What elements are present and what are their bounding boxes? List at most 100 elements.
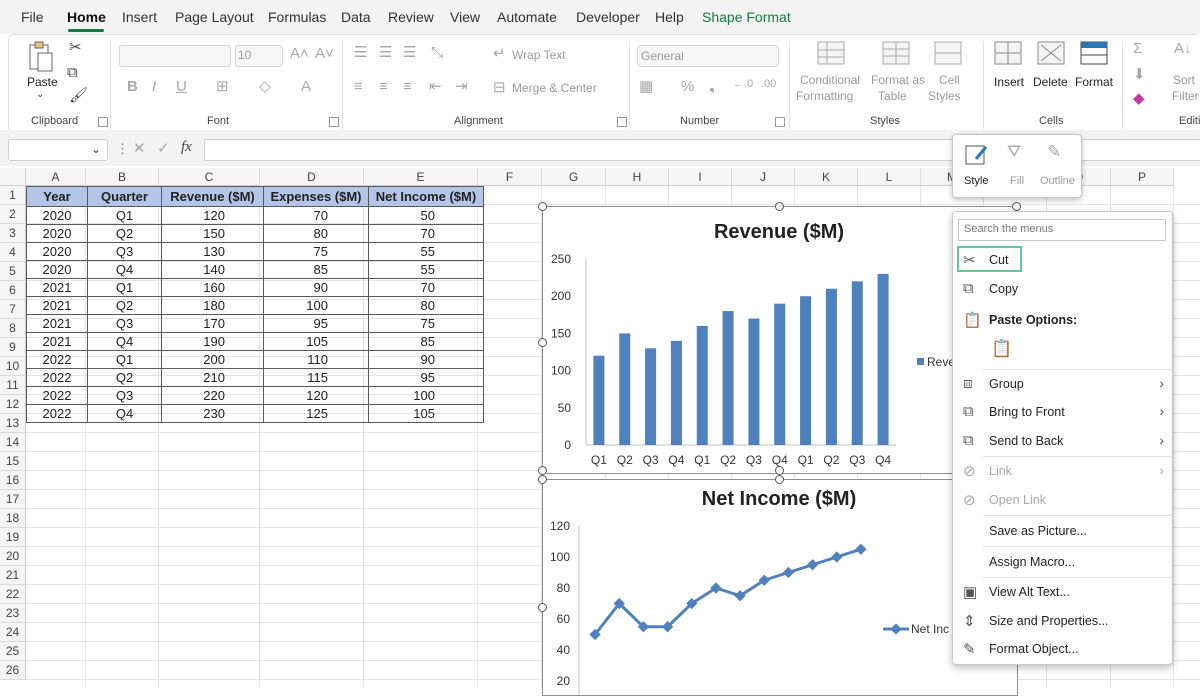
table-cell[interactable]: 180 — [161, 296, 264, 315]
font-color-icon[interactable]: A — [301, 79, 311, 94]
sort-filter-button[interactable]: Sort — [1173, 73, 1195, 87]
tab-help[interactable]: Help — [655, 9, 684, 25]
table-cell[interactable]: 2022 — [26, 386, 88, 405]
row-header-16[interactable]: 16 — [0, 471, 26, 490]
row-header-19[interactable]: 19 — [0, 528, 26, 547]
enter-icon[interactable]: ✓ — [157, 141, 170, 156]
table-cell[interactable]: Q1 — [87, 350, 162, 369]
resize-handle[interactable] — [1012, 202, 1021, 211]
column-header-k[interactable]: K — [795, 168, 858, 186]
table-cell[interactable]: Q4 — [87, 404, 162, 423]
font-launcher-icon[interactable] — [329, 117, 339, 127]
table-cell[interactable]: 2022 — [26, 404, 88, 423]
row-header-1[interactable]: 1 — [0, 186, 26, 205]
underline-icon[interactable]: U — [176, 79, 187, 94]
column-header-l[interactable]: L — [858, 168, 921, 186]
fill-button[interactable]: ⛛ Fill — [1001, 139, 1037, 193]
table-cell[interactable]: Q3 — [87, 242, 162, 261]
cell-styles-button[interactable]: Cell — [939, 73, 960, 87]
resize-handle[interactable] — [538, 202, 547, 211]
align-bottom-icon[interactable]: ☰ — [403, 45, 416, 60]
table-cell[interactable]: 55 — [368, 260, 484, 279]
table-cell[interactable]: 75 — [368, 314, 484, 333]
revenue-chart[interactable]: Revenue ($M) 0 50 100 150 200 250 Q1 Q2 Q3 Q4 Q1 Q… — [542, 206, 1018, 474]
tab-view[interactable]: View — [450, 9, 480, 25]
increase-indent-icon[interactable]: ⇥ — [455, 79, 468, 94]
column-header-i[interactable]: I — [669, 168, 732, 186]
row-header-2[interactable]: 2 — [0, 205, 26, 224]
table-cell[interactable]: 70 — [368, 278, 484, 297]
table-cell[interactable]: 85 — [263, 260, 369, 279]
column-header-d[interactable]: D — [260, 168, 364, 186]
row-header-25[interactable]: 25 — [0, 642, 26, 661]
comma-style-icon[interactable]: ❟ — [709, 79, 715, 94]
resize-handle[interactable] — [775, 202, 784, 211]
tab-formulas[interactable]: Formulas — [268, 9, 326, 25]
table-cell[interactable]: 55 — [368, 242, 484, 261]
insert-cells-button[interactable]: Insert — [994, 75, 1024, 89]
table-cell[interactable]: 125 — [263, 404, 369, 423]
table-cell[interactable]: Q1 — [87, 278, 162, 297]
column-header-c[interactable]: C — [159, 168, 260, 186]
table-cell[interactable]: 70 — [368, 224, 484, 243]
row-header-4[interactable]: 4 — [0, 243, 26, 262]
column-header-e[interactable]: E — [364, 168, 478, 186]
table-cell[interactable]: 105 — [263, 332, 369, 351]
decrease-font-icon[interactable]: A˅ — [315, 46, 334, 61]
paste-option-button[interactable]: 📋 — [991, 340, 1013, 362]
italic-icon[interactable]: I — [152, 79, 156, 94]
font-size-dropdown[interactable]: 10 — [235, 45, 283, 67]
table-header-cell[interactable]: Expenses ($M) — [263, 186, 369, 207]
table-cell[interactable]: 80 — [263, 224, 369, 243]
table-cell[interactable]: 2020 — [26, 206, 88, 225]
row-header-5[interactable]: 5 — [0, 262, 26, 281]
decrease-decimal-icon[interactable]: .00 — [761, 79, 776, 90]
table-cell[interactable]: 160 — [161, 278, 264, 297]
cancel-icon[interactable]: ✕ — [133, 141, 146, 156]
table-cell[interactable]: 2021 — [26, 314, 88, 333]
row-header-10[interactable]: 10 — [0, 357, 26, 376]
table-cell[interactable]: 2021 — [26, 332, 88, 351]
menu-item-size-and-properties[interactable]: ⇕ Size and Properties... — [953, 608, 1172, 634]
table-cell[interactable]: Q2 — [87, 296, 162, 315]
delete-cells-button[interactable]: Delete — [1033, 75, 1068, 89]
align-top-icon[interactable]: ☰ — [354, 45, 367, 60]
table-cell[interactable]: 2022 — [26, 350, 88, 369]
table-cell[interactable]: 190 — [161, 332, 264, 351]
paste-button[interactable] — [25, 41, 55, 73]
column-header-j[interactable]: J — [732, 168, 795, 186]
align-right-icon[interactable]: ≡ — [403, 79, 412, 94]
number-launcher-icon[interactable] — [775, 117, 785, 127]
row-header-3[interactable]: 3 — [0, 224, 26, 243]
resize-handle[interactable] — [538, 475, 547, 484]
net-income-chart[interactable]: Net Income ($M) 20 40 60 80 100 120 Net Inc — [542, 479, 1018, 696]
clipboard-launcher-icon[interactable] — [98, 117, 108, 127]
resize-handle[interactable] — [775, 466, 784, 475]
menu-item-save-as-picture[interactable]: Save as Picture... — [953, 518, 1172, 544]
row-header-20[interactable]: 20 — [0, 547, 26, 566]
column-header-f[interactable]: F — [478, 168, 542, 186]
resize-handle[interactable] — [538, 603, 547, 612]
tab-file[interactable]: File — [21, 9, 44, 25]
resize-handle[interactable] — [538, 466, 547, 475]
table-cell[interactable]: 2021 — [26, 296, 88, 315]
table-header-cell[interactable]: Revenue ($M) — [161, 186, 264, 207]
table-cell[interactable]: 2020 — [26, 242, 88, 261]
fill-color-icon[interactable]: ◇ — [259, 79, 271, 94]
borders-icon[interactable]: ⊞ — [216, 79, 229, 94]
menu-item-send-to-back[interactable]: ⧉ Send to Back › — [953, 428, 1172, 454]
row-header-22[interactable]: 22 — [0, 585, 26, 604]
resize-handle[interactable] — [775, 475, 784, 484]
increase-decimal-icon[interactable]: ←.0 — [733, 79, 753, 90]
table-cell[interactable]: 170 — [161, 314, 264, 333]
insert-function-icon[interactable]: fx — [181, 140, 192, 155]
row-header-6[interactable]: 6 — [0, 281, 26, 300]
row-header-17[interactable]: 17 — [0, 490, 26, 509]
bold-icon[interactable]: B — [127, 79, 138, 94]
outline-button[interactable]: ✎ Outline — [1040, 139, 1081, 193]
font-name-dropdown[interactable] — [119, 45, 231, 67]
table-cell[interactable]: 130 — [161, 242, 264, 261]
format-painter-icon[interactable]: 🖌 — [69, 88, 88, 103]
menu-item-format-object[interactable]: ✎ Format Object... — [953, 636, 1172, 662]
copy-icon[interactable]: ⧉ — [67, 65, 78, 80]
